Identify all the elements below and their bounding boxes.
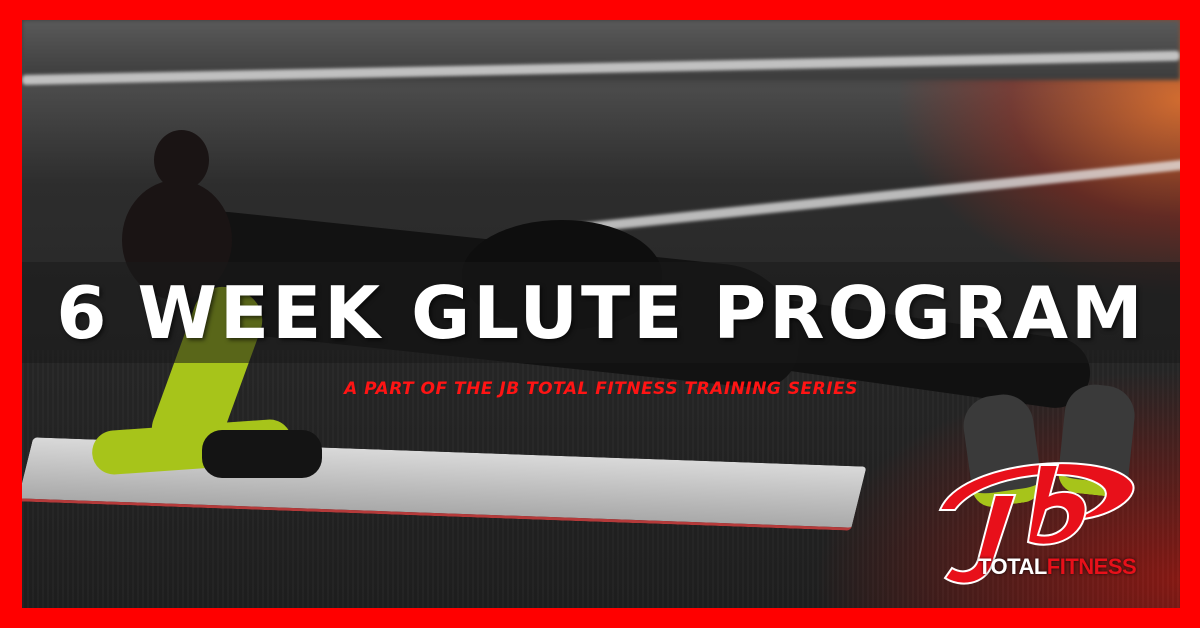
jb-total-fitness-logo: TOTAL FITNESS [900,440,1160,590]
logo-wordmark: TOTAL FITNESS [978,552,1137,582]
athlete-forearm-sleeve [202,430,322,478]
banner-subtitle: A PART OF THE JB TOTAL FITNESS TRAINING … [344,379,858,399]
logo-word-total: TOTAL [978,554,1047,579]
track-lane-line [561,158,1180,235]
logo-word-fitness: FITNESS [1046,554,1137,579]
banner-title: 6 WEEK GLUTE PROGRAM [56,271,1146,355]
